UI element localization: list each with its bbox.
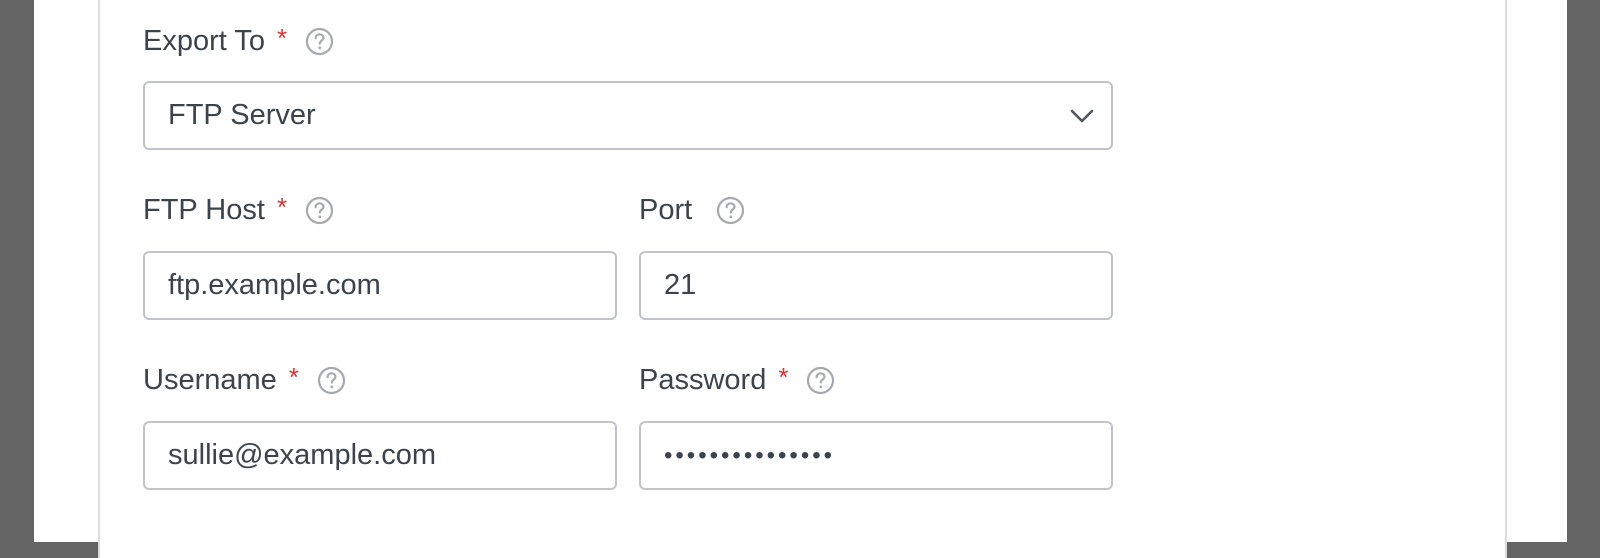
port-label: Port: [639, 190, 745, 230]
required-asterisk: *: [276, 22, 288, 53]
question-circle-icon[interactable]: [317, 366, 346, 395]
form-card: Export To * FTP Server FTP Host * ftp.ex…: [98, 0, 1507, 558]
username-label-text: Username: [143, 363, 277, 396]
ftp-host-input[interactable]: ftp.example.com: [143, 251, 617, 320]
export-to-label-text: Export To: [143, 24, 265, 57]
question-circle-icon[interactable]: [716, 196, 745, 225]
required-asterisk: *: [276, 191, 288, 222]
username-value: sullie@example.com: [168, 439, 436, 471]
chevron-down-icon: [1069, 103, 1095, 129]
ftp-host-label: FTP Host *: [143, 190, 334, 230]
port-value: 21: [664, 269, 697, 301]
export-to-select[interactable]: FTP Server: [143, 81, 1113, 150]
question-circle-icon[interactable]: [305, 196, 334, 225]
ftp-host-value: ftp.example.com: [168, 269, 381, 301]
modal-panel: Export To * FTP Server FTP Host * ftp.ex…: [34, 0, 1567, 558]
question-circle-icon[interactable]: [305, 27, 334, 56]
password-input[interactable]: •••••••••••••••: [639, 421, 1113, 490]
export-to-selected-value: FTP Server: [168, 99, 316, 131]
password-masked-value: •••••••••••••••: [664, 441, 836, 469]
required-asterisk: *: [778, 361, 789, 392]
port-label-text: Port: [639, 193, 693, 226]
username-label: Username *: [143, 360, 346, 400]
port-input[interactable]: 21: [639, 251, 1113, 320]
password-label-text: Password: [639, 363, 767, 396]
username-input[interactable]: sullie@example.com: [143, 421, 617, 490]
export-to-label: Export To *: [143, 21, 334, 61]
question-circle-icon[interactable]: [806, 366, 835, 395]
password-label: Password *: [639, 360, 835, 400]
ftp-host-label-text: FTP Host: [143, 193, 265, 226]
required-asterisk: *: [288, 361, 299, 392]
